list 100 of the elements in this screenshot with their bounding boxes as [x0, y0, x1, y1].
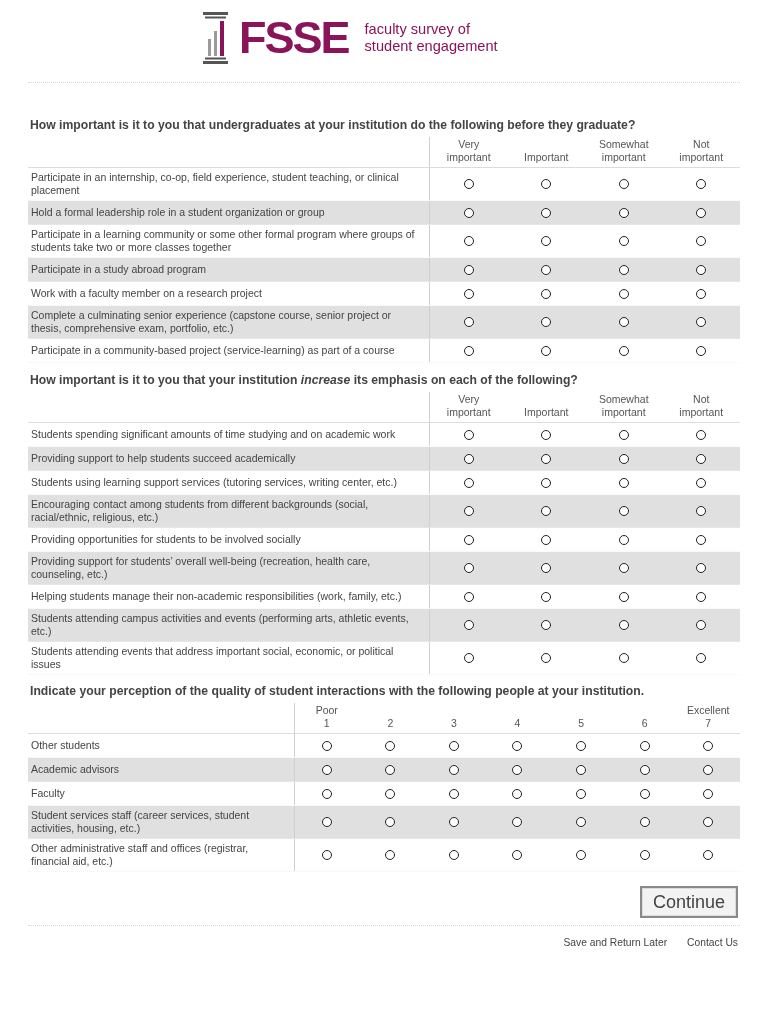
radio-button[interactable]	[696, 563, 707, 573]
radio-button[interactable]	[639, 740, 650, 751]
radio-button[interactable]	[696, 653, 707, 663]
radio-button[interactable]	[618, 288, 629, 299]
radio-button[interactable]	[463, 345, 474, 356]
radio-button[interactable]	[696, 506, 707, 516]
radio-button[interactable]	[463, 653, 474, 663]
radio-button[interactable]	[512, 764, 523, 775]
radio-button[interactable]	[576, 764, 587, 775]
radio-button[interactable]	[618, 345, 629, 356]
radio-button[interactable]	[512, 788, 523, 799]
radio-button[interactable]	[463, 534, 474, 545]
radio-button[interactable]	[463, 591, 474, 602]
radio-button[interactable]	[618, 620, 629, 630]
radio-button[interactable]	[448, 850, 459, 860]
footer-link[interactable]: Contact Us	[687, 936, 738, 949]
radio-button[interactable]	[463, 264, 474, 275]
radio-button[interactable]	[463, 477, 474, 488]
radio-button[interactable]	[618, 591, 629, 602]
radio-button[interactable]	[463, 563, 474, 573]
radio-button[interactable]	[385, 788, 396, 799]
radio-button[interactable]	[385, 817, 396, 827]
radio-button[interactable]	[448, 764, 459, 775]
radio-button[interactable]	[618, 317, 629, 327]
radio-button[interactable]	[321, 788, 332, 799]
radio-button[interactable]	[541, 288, 552, 299]
radio-button[interactable]	[463, 620, 474, 630]
radio-button[interactable]	[512, 740, 523, 751]
radio-button[interactable]	[696, 620, 707, 630]
radio-button[interactable]	[541, 429, 552, 440]
radio-button[interactable]	[696, 264, 707, 275]
radio-button[interactable]	[512, 850, 523, 860]
radio-button[interactable]	[463, 207, 474, 218]
radio-button[interactable]	[696, 207, 707, 218]
radio-button[interactable]	[321, 817, 332, 827]
radio-button[interactable]	[618, 453, 629, 464]
radio-button[interactable]	[385, 764, 396, 775]
radio-button[interactable]	[385, 850, 396, 860]
radio-button[interactable]	[576, 740, 587, 751]
radio-button[interactable]	[576, 817, 587, 827]
radio-button[interactable]	[541, 620, 552, 630]
radio-button[interactable]	[541, 653, 552, 663]
radio-button[interactable]	[576, 788, 587, 799]
radio-button[interactable]	[618, 563, 629, 573]
radio-button[interactable]	[703, 817, 714, 827]
radio-button[interactable]	[463, 179, 474, 189]
radio-button[interactable]	[448, 740, 459, 751]
radio-button[interactable]	[541, 477, 552, 488]
radio-button[interactable]	[541, 563, 552, 573]
radio-button[interactable]	[448, 817, 459, 827]
radio-button[interactable]	[696, 453, 707, 464]
radio-button[interactable]	[696, 179, 707, 189]
radio-button[interactable]	[618, 207, 629, 218]
radio-button[interactable]	[541, 207, 552, 218]
radio-button[interactable]	[385, 740, 396, 751]
radio-button[interactable]	[618, 534, 629, 545]
radio-button[interactable]	[321, 850, 332, 860]
radio-button[interactable]	[696, 236, 707, 246]
radio-button[interactable]	[541, 179, 552, 189]
radio-button[interactable]	[703, 788, 714, 799]
footer-link[interactable]: Save and Return Later	[563, 936, 668, 949]
radio-button[interactable]	[696, 534, 707, 545]
radio-button[interactable]	[463, 506, 474, 516]
radio-button[interactable]	[463, 236, 474, 246]
radio-button[interactable]	[463, 317, 474, 327]
radio-button[interactable]	[696, 317, 707, 327]
continue-button[interactable]: Continue	[640, 886, 738, 918]
radio-button[interactable]	[696, 345, 707, 356]
radio-button[interactable]	[448, 788, 459, 799]
radio-button[interactable]	[618, 179, 629, 189]
radio-button[interactable]	[696, 477, 707, 488]
radio-button[interactable]	[541, 264, 552, 275]
radio-button[interactable]	[618, 264, 629, 275]
radio-button[interactable]	[541, 453, 552, 464]
radio-button[interactable]	[541, 591, 552, 602]
radio-button[interactable]	[639, 788, 650, 799]
radio-button[interactable]	[541, 534, 552, 545]
radio-button[interactable]	[696, 591, 707, 602]
radio-button[interactable]	[321, 764, 332, 775]
radio-button[interactable]	[696, 288, 707, 299]
radio-button[interactable]	[618, 236, 629, 246]
radio-button[interactable]	[463, 288, 474, 299]
radio-button[interactable]	[618, 506, 629, 516]
radio-button[interactable]	[618, 477, 629, 488]
radio-button[interactable]	[321, 740, 332, 751]
radio-button[interactable]	[541, 236, 552, 246]
radio-button[interactable]	[463, 453, 474, 464]
radio-button[interactable]	[618, 653, 629, 663]
radio-button[interactable]	[639, 817, 650, 827]
radio-button[interactable]	[512, 817, 523, 827]
radio-button[interactable]	[576, 850, 587, 860]
radio-button[interactable]	[541, 317, 552, 327]
radio-button[interactable]	[703, 740, 714, 751]
radio-button[interactable]	[618, 429, 629, 440]
radio-button[interactable]	[541, 506, 552, 516]
radio-button[interactable]	[463, 429, 474, 440]
radio-button[interactable]	[541, 345, 552, 356]
radio-button[interactable]	[696, 429, 707, 440]
radio-button[interactable]	[703, 850, 714, 860]
radio-button[interactable]	[639, 850, 650, 860]
